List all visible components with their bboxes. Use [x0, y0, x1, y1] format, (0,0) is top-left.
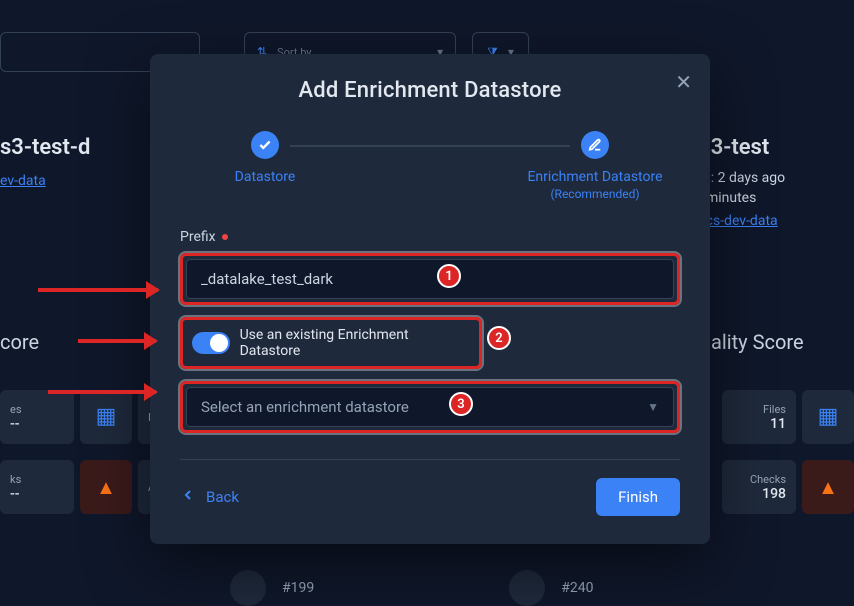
prefix-input[interactable]	[186, 259, 674, 299]
prefix-label-text: Prefix	[180, 229, 216, 245]
step-active-icon	[581, 131, 609, 159]
close-icon: ✕	[675, 70, 692, 94]
bg-card-left: s3-test-d ev-data	[0, 135, 150, 189]
toggle-label: Use an existing Enrichment Datastore	[240, 327, 470, 359]
callout-2: 2	[487, 326, 511, 350]
tile-label: ks	[10, 473, 21, 486]
form: Prefix 1 Use an existing Enrichment Data…	[180, 229, 680, 433]
table-icon: ▦	[96, 406, 117, 428]
tile-icon: ▦	[80, 390, 132, 444]
tile: Files 11	[722, 390, 796, 444]
highlight-toggle: Use an existing Enrichment Datastore 2	[180, 317, 482, 369]
annotation-arrow-1	[38, 288, 158, 292]
step-sublabel: (Recommended)	[550, 187, 639, 201]
select-placeholder: Select an enrichment datastore	[201, 398, 409, 416]
back-label: Back	[206, 488, 239, 506]
tile-label: Files	[763, 403, 786, 416]
card-link[interactable]: ev-data	[0, 173, 46, 189]
add-enrichment-modal: ✕ Add Enrichment Datastore Datastore Enr…	[150, 54, 710, 544]
tile-value: --	[10, 416, 20, 432]
warning-icon: ▲	[818, 475, 838, 500]
card-title: s3-test-d	[0, 135, 150, 160]
activity-row: #199 #240	[230, 570, 593, 606]
warning-icon: ▲	[96, 475, 116, 500]
tile-value: 11	[770, 416, 786, 432]
activity-item: #199	[230, 570, 314, 606]
stepper: Datastore Enrichment Datastore (Recommen…	[180, 131, 680, 201]
back-button[interactable]: Back	[180, 487, 239, 507]
annotation-arrow-2	[78, 339, 156, 343]
tile-warn: ▲	[80, 460, 132, 514]
activity-id: #240	[561, 580, 593, 596]
avatar	[230, 570, 266, 606]
tile-value: 198	[762, 486, 786, 502]
tile-label: es	[10, 403, 22, 416]
enrichment-datastore-select[interactable]: Select an enrichment datastore ▼	[186, 387, 674, 427]
highlight-select: Select an enrichment datastore ▼ 3	[180, 381, 680, 433]
prefix-label: Prefix	[180, 229, 680, 245]
step-label: Datastore	[235, 169, 296, 185]
step-datastore[interactable]: Datastore	[180, 131, 350, 185]
chevron-left-icon	[180, 487, 196, 507]
tile: Checks 198	[722, 460, 796, 514]
score-heading-right: uality Score	[700, 330, 804, 354]
callout-3: 3	[449, 392, 473, 416]
tile-warn: ▲	[802, 460, 854, 514]
tile-value: --	[10, 486, 20, 502]
step-enrichment[interactable]: Enrichment Datastore (Recommended)	[510, 131, 680, 201]
completed-value: 2 days ago	[718, 170, 786, 186]
tile-icon: ▦	[802, 390, 854, 444]
tile-label: Checks	[750, 473, 786, 486]
finish-button[interactable]: Finish	[596, 478, 680, 516]
close-button[interactable]: ✕	[675, 72, 692, 92]
tile: es --	[0, 390, 74, 444]
chevron-down-icon: ▼	[647, 400, 659, 414]
step-label: Enrichment Datastore	[527, 169, 662, 185]
callout-1: 1	[437, 264, 461, 288]
divider	[180, 459, 680, 460]
highlight-prefix: 1	[180, 253, 680, 305]
step-complete-icon	[251, 131, 279, 159]
activity-item: #240	[509, 570, 593, 606]
modal-actions: Back Finish	[180, 478, 680, 516]
activity-id: #199	[282, 580, 314, 596]
tile: ks --	[0, 460, 74, 514]
table-icon: ▦	[818, 406, 839, 428]
modal-title: Add Enrichment Datastore	[180, 78, 680, 103]
use-existing-toggle[interactable]	[192, 332, 230, 354]
required-indicator	[222, 234, 228, 240]
score-heading-left: core	[0, 330, 39, 354]
avatar	[509, 570, 545, 606]
annotation-arrow-3	[48, 390, 156, 394]
